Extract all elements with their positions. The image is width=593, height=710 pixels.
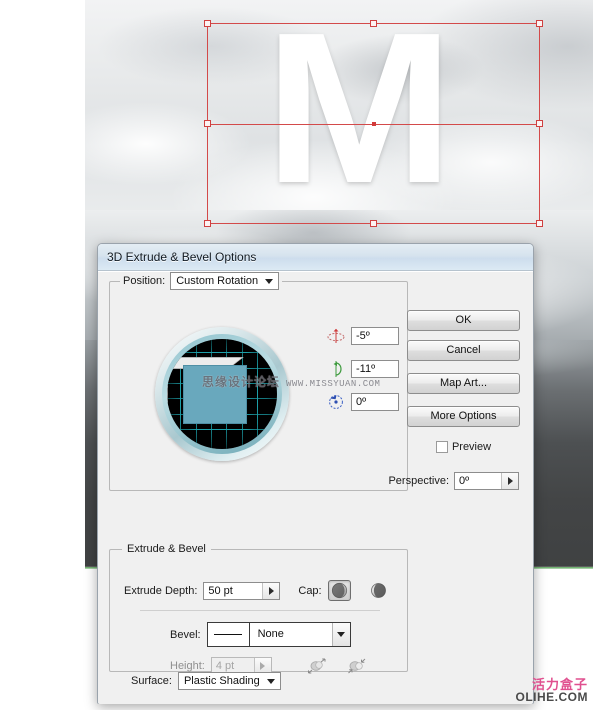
preview-row[interactable]: Preview [407, 441, 520, 453]
bevel-extent-in-icon[interactable] [346, 656, 368, 676]
dialog-button-column: OK Cancel Map Art... More Options Previe… [407, 310, 520, 453]
dialog-titlebar[interactable]: 3D Extrude & Bevel Options [98, 244, 533, 271]
cancel-button[interactable]: Cancel [407, 340, 520, 361]
rotate-x-icon [326, 327, 346, 345]
handle-top-center[interactable] [369, 20, 377, 27]
site-logo-watermark: 活力盒子 OLIHE.COM [516, 678, 589, 704]
extrude-bevel-group: Extrude & Bevel Extrude Depth: 50 pt Cap… [109, 543, 408, 675]
extrude-bevel-options-dialog: 3D Extrude & Bevel Options Position: Cus… [97, 243, 534, 704]
more-options-button[interactable]: More Options [407, 406, 520, 427]
dialog-body: Position: Custom Rotation 思缘设计论坛 WWW.MIS… [98, 271, 533, 704]
extrude-depth-stepper[interactable]: 50 pt [203, 581, 281, 600]
handle-top-left[interactable] [204, 20, 211, 27]
selection-bounding-box[interactable] [204, 20, 543, 227]
rotation-x-row: -5º [326, 327, 399, 345]
handle-middle-right[interactable] [536, 119, 543, 127]
group-divider [140, 610, 380, 611]
surface-label: Surface: [131, 675, 172, 687]
preview-label: Preview [451, 441, 492, 453]
handle-bottom-center[interactable] [369, 220, 377, 227]
chevron-down-icon [266, 679, 275, 684]
preview-checkbox[interactable] [435, 441, 448, 453]
rotation-sphere-widget[interactable] [155, 327, 289, 461]
position-select[interactable]: Custom Rotation [170, 272, 280, 290]
handle-top-right[interactable] [536, 20, 543, 27]
surface-select[interactable]: Plastic Shading [177, 672, 281, 690]
perspective-stepper[interactable]: 0º [454, 472, 519, 490]
cap-solid-icon[interactable] [327, 580, 351, 601]
rotate-x-input[interactable]: -5º [351, 327, 399, 345]
transform-origin-point[interactable] [371, 121, 376, 126]
surface-row: Surface: Plastic Shading [131, 672, 281, 690]
extrude-depth-label: Extrude Depth: [124, 584, 198, 597]
height-label: Height: [170, 660, 205, 672]
cube-front-face[interactable] [183, 365, 247, 424]
rotate-z-icon [326, 393, 346, 411]
surface-select-value: Plastic Shading [183, 675, 260, 687]
perspective-row: Perspective: 0º [388, 472, 519, 490]
logo-chinese-text: 活力盒子 [531, 676, 588, 692]
rotation-z-row: 0º [326, 393, 399, 411]
bevel-extent-out-icon[interactable] [306, 656, 328, 676]
cap-hollow-icon[interactable] [367, 580, 390, 601]
handle-bottom-left[interactable] [204, 220, 211, 227]
perspective-label: Perspective: [388, 475, 449, 487]
bevel-select[interactable]: None [206, 622, 351, 647]
handle-middle-left[interactable] [204, 119, 211, 127]
bevel-row: Bevel: None [170, 622, 351, 647]
perspective-slider-button[interactable] [501, 473, 518, 489]
extrude-bevel-legend: Extrude & Bevel [122, 543, 211, 555]
bevel-preview-swatch [207, 623, 250, 646]
bevel-select-value: None [257, 628, 284, 640]
extrude-depth-slider-button[interactable] [262, 582, 280, 599]
rotate-z-input[interactable]: 0º [351, 393, 399, 411]
screenshot-root: M 3D Extrude & Bevel Options Position: C… [0, 0, 593, 710]
bevel-label: Bevel: [170, 628, 201, 641]
rotate-y-input[interactable]: -11º [351, 360, 399, 378]
dialog-title: 3D Extrude & Bevel Options [107, 250, 257, 264]
bevel-dropdown-button[interactable] [331, 623, 350, 646]
extrude-depth-input[interactable]: 50 pt [204, 583, 262, 599]
rotate-y-icon [326, 360, 346, 378]
perspective-input[interactable]: 0º [455, 473, 501, 489]
ok-button[interactable]: OK [407, 310, 520, 331]
cap-label: Cap: [298, 584, 322, 597]
logo-url-text: OLIHE.COM [515, 690, 588, 705]
sphere-track[interactable] [167, 339, 277, 449]
rotation-fields: -5º -11º 0º [326, 327, 399, 426]
extrude-depth-row: Extrude Depth: 50 pt Cap: [124, 580, 390, 601]
position-label: Position: [123, 275, 166, 287]
chevron-down-icon [265, 279, 274, 284]
rotation-y-row: -11º [326, 360, 399, 378]
position-select-value: Custom Rotation [176, 275, 259, 287]
map-art-button[interactable]: Map Art... [407, 373, 520, 394]
handle-bottom-right[interactable] [536, 220, 543, 227]
position-row: Position: Custom Rotation [120, 272, 283, 290]
